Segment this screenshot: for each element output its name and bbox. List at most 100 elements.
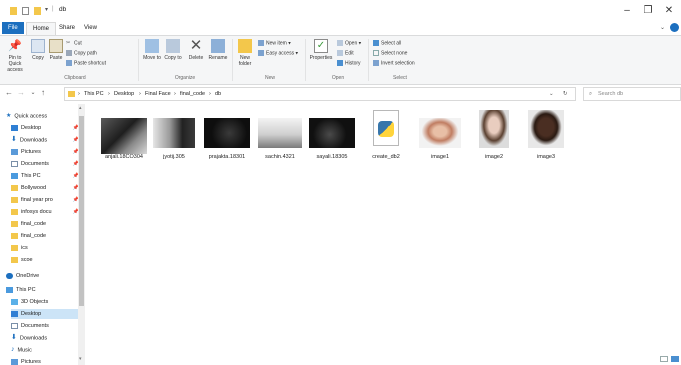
file-name: prajakta.18301 xyxy=(208,154,246,160)
breadcrumb-final-code[interactable]: final_code xyxy=(180,88,205,100)
nav-quick-access[interactable]: ★ Quick access xyxy=(6,111,76,121)
ribbon: 📌 Pin to Quick access Copy Paste ✂ Cut Co… xyxy=(0,35,681,85)
forward-arrow-icon[interactable]: → xyxy=(16,87,26,99)
tab-home[interactable]: Home xyxy=(26,22,57,35)
paste-shortcut-label: Paste shortcut xyxy=(74,60,106,67)
scroll-down-icon[interactable]: ▾ xyxy=(79,356,82,362)
details-view-icon[interactable] xyxy=(660,356,668,362)
open-button[interactable]: Open ▾ xyxy=(337,40,361,47)
nav-item-desktop[interactable]: Desktop 📌 xyxy=(11,123,81,133)
invert-selection-button[interactable]: Invert selection xyxy=(373,60,415,67)
properties-icon[interactable] xyxy=(22,7,29,15)
pin-quick-access-button[interactable]: 📌 Pin to Quick access xyxy=(2,39,28,73)
close-button[interactable]: ✕ xyxy=(655,4,681,18)
nav-item-ics[interactable]: ics xyxy=(11,243,81,253)
nav-item-downloads[interactable]: ⬇ Downloads 📌 xyxy=(11,135,81,145)
file-name: sayali.18305 xyxy=(316,154,348,160)
nav-item-infosys-docu[interactable]: infosys docu 📌 xyxy=(11,207,81,217)
file-item[interactable]: sachin.4321 xyxy=(250,112,310,164)
edit-icon xyxy=(337,50,343,56)
folder-icon xyxy=(11,244,18,251)
star-icon: ★ xyxy=(6,113,12,119)
edit-button[interactable]: Edit xyxy=(337,50,354,57)
file-item[interactable]: image1 xyxy=(410,112,470,164)
file-item[interactable]: create_db2 xyxy=(356,110,416,164)
select-all-label: Select all xyxy=(381,40,402,47)
breadcrumb-db[interactable]: db xyxy=(215,88,221,100)
nav-item-documents[interactable]: Documents 📌 xyxy=(11,159,81,169)
folder-icon xyxy=(10,7,17,15)
file-item[interactable]: sayali.18305 xyxy=(302,112,362,164)
nav-item-downloads-pc[interactable]: ⬇ Downloads xyxy=(11,333,81,343)
paste-shortcut-button[interactable]: Paste shortcut xyxy=(66,60,106,67)
scroll-up-icon[interactable]: ▴ xyxy=(79,105,82,111)
nav-item-music[interactable]: ♪ Music xyxy=(11,345,81,355)
file-item[interactable]: image3 xyxy=(516,110,576,164)
tab-view[interactable]: View xyxy=(78,22,103,34)
expand-ribbon-icon[interactable]: ⌄ xyxy=(660,24,665,31)
recent-locations-chevron-icon[interactable]: ⌄ xyxy=(28,87,38,99)
address-dropdown-chevron-icon[interactable]: ⌄ xyxy=(549,88,554,100)
breadcrumb-final-face[interactable]: Final Face xyxy=(145,88,171,100)
window-title: db xyxy=(59,6,67,13)
file-item[interactable]: jyotij.305 xyxy=(144,112,204,164)
delete-button[interactable]: ✕ Delete xyxy=(186,38,206,61)
nav-item-scoe[interactable]: scoe xyxy=(11,255,81,265)
nav-item-3d-objects[interactable]: 3D Objects xyxy=(11,297,81,307)
nav-item-pictures-pc[interactable]: Pictures xyxy=(11,357,81,365)
ribbon-tabs: File Home Share View ⌄ xyxy=(0,22,681,35)
nav-pane-scrollbar[interactable]: ▴ ▾ xyxy=(78,104,85,365)
file-item[interactable]: image2 xyxy=(464,110,524,164)
nav-item-final-code[interactable]: final_code xyxy=(11,219,81,229)
breadcrumb-desktop[interactable]: Desktop xyxy=(114,88,134,100)
nav-item-label: Music xyxy=(17,347,32,354)
nav-item-this-pc-pinned[interactable]: This PC 📌 xyxy=(11,171,81,181)
move-to-icon xyxy=(145,39,159,53)
search-input[interactable]: ⌕ Search db xyxy=(583,87,681,101)
nav-onedrive-label: OneDrive xyxy=(16,273,40,279)
nav-item-documents-pc[interactable]: Documents xyxy=(11,321,81,331)
copy-path-button[interactable]: Copy path xyxy=(66,50,97,57)
history-button[interactable]: History xyxy=(337,60,361,67)
easy-access-button[interactable]: Easy access ▾ xyxy=(258,50,298,57)
copy-button[interactable]: Copy xyxy=(30,39,46,61)
nav-item-desktop-pc[interactable]: Desktop xyxy=(11,309,81,319)
breadcrumb-separator: › xyxy=(108,91,110,97)
rename-button[interactable]: Rename xyxy=(207,39,229,61)
address-bar[interactable]: › This PC › Desktop › Final Face › final… xyxy=(64,87,576,101)
nav-item-pictures[interactable]: Pictures 📌 xyxy=(11,147,81,157)
properties-button[interactable]: ✓ Properties xyxy=(306,39,336,61)
large-icons-view-icon[interactable] xyxy=(671,356,679,362)
nav-item-label: final_code xyxy=(21,221,47,227)
nav-item-bollywood[interactable]: Bollywood 📌 xyxy=(11,183,81,193)
select-none-button[interactable]: Select none xyxy=(373,50,407,57)
file-item[interactable]: prajakta.18301 xyxy=(197,112,257,164)
nav-this-pc[interactable]: This PC xyxy=(6,285,76,295)
up-arrow-icon[interactable]: ↑ xyxy=(38,87,48,99)
customize-toolbar-chevron-icon[interactable]: ▾ xyxy=(45,6,48,13)
copy-to-button[interactable]: Copy to xyxy=(163,39,183,61)
scrollbar-thumb[interactable] xyxy=(79,116,84,306)
file-name: image2 xyxy=(484,154,504,160)
nav-item-final-code-2[interactable]: final_code xyxy=(11,231,81,241)
move-to-button[interactable]: Move to xyxy=(142,39,162,61)
paste-button[interactable]: Paste xyxy=(48,39,64,61)
tab-file[interactable]: File xyxy=(2,22,24,34)
new-item-button[interactable]: New item ▾ xyxy=(258,40,291,47)
organize-group-label: Organize xyxy=(174,75,196,81)
3d-objects-icon xyxy=(11,298,18,305)
nav-item-final-year-pro[interactable]: final year pro 📌 xyxy=(11,195,81,205)
tab-share[interactable]: Share xyxy=(53,22,81,34)
refresh-icon[interactable]: ↻ xyxy=(563,88,568,100)
help-icon[interactable] xyxy=(670,23,679,32)
back-arrow-icon[interactable]: ← xyxy=(4,87,14,99)
breadcrumb-this-pc[interactable]: This PC xyxy=(84,88,104,100)
nav-onedrive[interactable]: OneDrive xyxy=(6,271,76,281)
desktop-folder-icon xyxy=(11,124,18,131)
new-folder-icon[interactable] xyxy=(34,7,41,15)
new-folder-button[interactable]: New folder xyxy=(235,39,255,67)
select-all-button[interactable]: Select all xyxy=(373,40,401,47)
paste-label: Paste xyxy=(49,55,63,61)
cut-button[interactable]: ✂ Cut xyxy=(66,40,82,47)
nav-item-label: Documents xyxy=(21,161,49,167)
